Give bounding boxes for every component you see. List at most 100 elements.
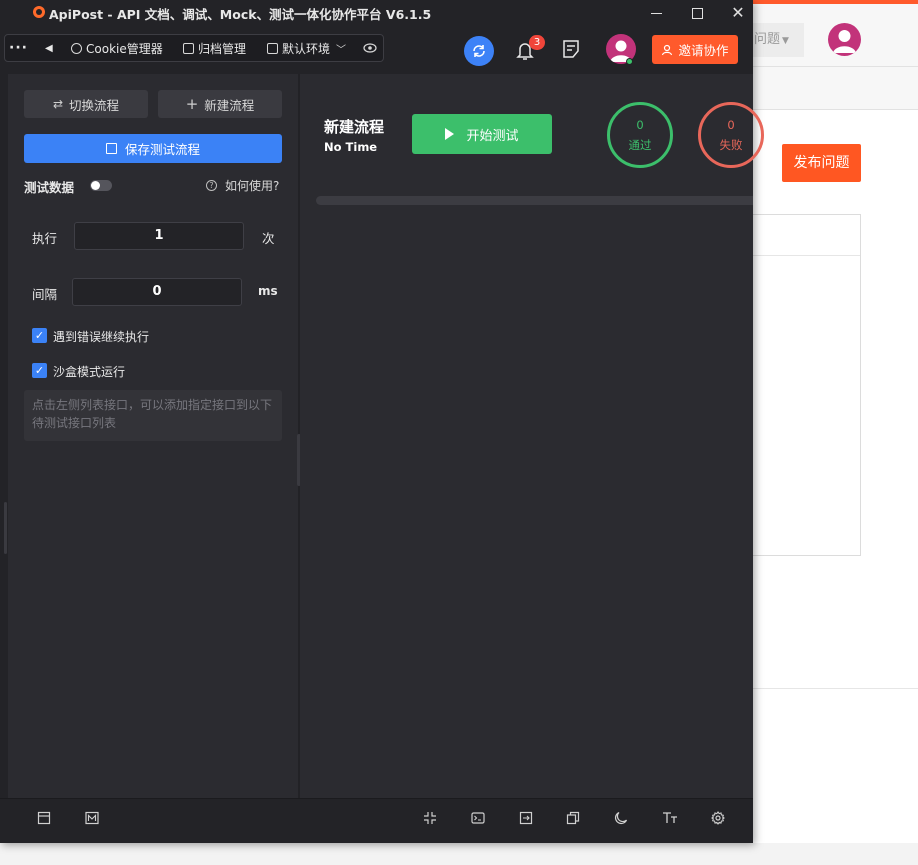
split-view-button[interactable] bbox=[518, 811, 534, 827]
copy-window-button[interactable] bbox=[565, 811, 581, 827]
archive-manager-button[interactable]: 归档管理 bbox=[183, 35, 246, 61]
exec-count-input[interactable]: 1 bbox=[74, 222, 244, 250]
sandbox-mode-label[interactable]: 沙盒模式运行 bbox=[53, 363, 125, 380]
background-issue-tab[interactable]: 问题 ▼ bbox=[752, 23, 804, 57]
font-size-icon bbox=[663, 812, 677, 823]
background-bottom-divider bbox=[752, 688, 918, 689]
cookie-icon bbox=[71, 42, 82, 54]
maximize-icon bbox=[691, 7, 703, 19]
copy-icon bbox=[566, 811, 580, 825]
compress-button[interactable] bbox=[422, 811, 438, 827]
interval-unit: ms bbox=[258, 284, 278, 298]
minimize-icon bbox=[650, 12, 662, 14]
toggle-knob bbox=[91, 181, 100, 190]
font-size-button[interactable] bbox=[662, 811, 678, 827]
notification-badge: 3 bbox=[529, 35, 545, 50]
sandbox-mode-checkbox[interactable]: ✓ bbox=[32, 363, 47, 378]
flow-title: 新建流程 bbox=[324, 118, 385, 136]
save-icon bbox=[105, 143, 117, 154]
background-bottom-strip bbox=[0, 843, 918, 865]
background-avatar[interactable] bbox=[828, 23, 861, 56]
notes-button[interactable] bbox=[560, 38, 582, 60]
window-title: ApiPost - API 文档、调试、Mock、测试一体化协作平台 V6.1.… bbox=[49, 7, 432, 22]
triangle-left-icon: ◀ bbox=[45, 42, 53, 54]
interval-input[interactable]: 0 bbox=[72, 278, 242, 306]
save-flow-label: 保存测试流程 bbox=[124, 142, 200, 157]
gear-icon bbox=[711, 811, 725, 825]
environment-icon bbox=[267, 42, 278, 54]
user-icon bbox=[833, 30, 856, 53]
fail-count-ring: 0 失败 bbox=[698, 102, 764, 168]
new-flow-button[interactable]: + 新建流程 bbox=[158, 90, 282, 118]
close-button[interactable]: ✕ bbox=[715, 0, 761, 26]
save-flow-button[interactable]: 保存测试流程 bbox=[24, 134, 282, 163]
invite-collaborate-button[interactable]: 邀请协作 bbox=[652, 35, 738, 64]
flow-time: No Time bbox=[324, 140, 378, 154]
close-icon: ✕ bbox=[731, 3, 745, 22]
eye-icon bbox=[363, 43, 377, 53]
console-button[interactable] bbox=[470, 811, 486, 827]
collapse-sidebar-button[interactable]: ◀ bbox=[45, 35, 53, 61]
continue-on-error-checkbox[interactable]: ✓ bbox=[32, 328, 47, 343]
background-issue-tab-label: 问题 bbox=[754, 32, 781, 47]
background-box-divider bbox=[752, 255, 860, 256]
test-data-toggle[interactable] bbox=[90, 180, 112, 191]
api-list-hint: 点击左侧列表接口，可以添加指定接口到以下待测试接口列表 bbox=[24, 390, 282, 441]
start-test-label: 开始测试 bbox=[466, 128, 519, 144]
environment-view-button[interactable] bbox=[363, 35, 377, 61]
apipost-window: ApiPost - API 文档、调试、Mock、测试一体化协作平台 V6.1.… bbox=[0, 0, 764, 843]
switch-flow-button[interactable]: ⇄ 切换流程 bbox=[24, 90, 148, 118]
plus-icon: + bbox=[185, 95, 199, 113]
window-icon bbox=[37, 811, 51, 825]
apipost-logo-icon bbox=[33, 6, 45, 18]
background-content-box bbox=[752, 214, 861, 556]
publish-issue-button[interactable]: 发布问题 bbox=[782, 144, 861, 182]
environment-select[interactable]: 默认环境 ﹀ bbox=[267, 35, 352, 61]
start-test-button[interactable]: 开始测试 bbox=[412, 114, 552, 154]
flow-run-area bbox=[300, 74, 753, 798]
caret-down-icon: ▼ bbox=[782, 36, 789, 46]
cookie-manager-label: Cookie管理器 bbox=[86, 41, 163, 56]
exec-count-unit: 次 bbox=[262, 231, 275, 246]
invite-label: 邀请协作 bbox=[678, 43, 729, 58]
markdown-icon bbox=[85, 811, 99, 825]
sync-icon bbox=[473, 45, 485, 57]
settings-button[interactable] bbox=[710, 811, 726, 827]
moon-icon bbox=[614, 811, 628, 825]
how-to-use-link[interactable]: ? 如何使用? bbox=[206, 177, 279, 194]
compress-icon bbox=[424, 812, 436, 824]
switch-flow-label: 切换流程 bbox=[69, 97, 120, 113]
user-add-icon bbox=[662, 44, 673, 55]
resize-handle[interactable] bbox=[4, 502, 7, 554]
maximize-button[interactable] bbox=[674, 0, 720, 26]
fail-label: 失败 bbox=[719, 138, 743, 152]
check-icon: ✓ bbox=[34, 329, 45, 342]
archive-manager-label: 归档管理 bbox=[198, 41, 247, 56]
test-progress-bar bbox=[316, 196, 753, 205]
layout-toggle-button[interactable] bbox=[36, 811, 52, 827]
pass-count-ring: 0 通过 bbox=[607, 102, 673, 168]
window-titlebar: ApiPost - API 文档、调试、Mock、测试一体化协作平台 V6.1.… bbox=[0, 0, 753, 26]
how-to-use-label: 如何使用? bbox=[225, 179, 280, 193]
more-menu-button[interactable]: ··· bbox=[9, 35, 28, 61]
toolbar-nav-group: ··· ◀ Cookie管理器 归档管理 默认环境 ﹀ bbox=[4, 34, 384, 62]
continue-on-error-label[interactable]: 遇到错误继续执行 bbox=[53, 328, 149, 345]
new-flow-label: 新建流程 bbox=[204, 97, 255, 113]
swap-icon: ⇄ bbox=[52, 97, 64, 111]
background-divider bbox=[752, 66, 918, 67]
test-data-label: 测试数据 bbox=[24, 180, 75, 195]
sidebar-collapsed-strip bbox=[0, 74, 8, 798]
cookie-manager-button[interactable]: Cookie管理器 bbox=[71, 35, 163, 61]
exec-count-label: 执行 bbox=[32, 231, 58, 246]
check-icon: ✓ bbox=[34, 364, 45, 377]
bottom-status-bar bbox=[0, 798, 753, 843]
online-status-dot bbox=[626, 58, 633, 65]
question-circle-icon: ? bbox=[206, 180, 217, 191]
dark-mode-button[interactable] bbox=[613, 811, 629, 827]
archive-icon bbox=[183, 42, 194, 54]
sync-button[interactable] bbox=[464, 36, 494, 66]
fail-count: 0 bbox=[727, 118, 735, 132]
markdown-button[interactable] bbox=[84, 811, 100, 827]
minimize-button[interactable] bbox=[633, 0, 679, 26]
interval-label: 间隔 bbox=[32, 287, 58, 302]
